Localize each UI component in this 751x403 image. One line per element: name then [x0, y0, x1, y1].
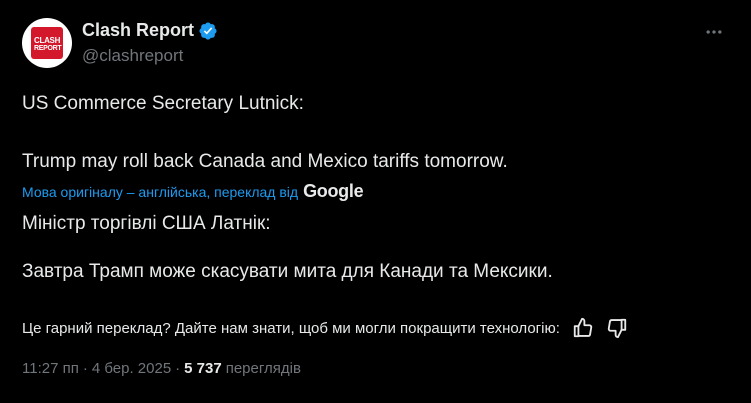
views-label: переглядів [225, 360, 301, 377]
post-original-line-1: US Commerce Secretary Lutnick: [22, 93, 304, 114]
translation-note: Мова оригіналу – англійська, переклад ві… [22, 181, 364, 202]
avatar-logo-text-1: CLASH [34, 36, 61, 45]
post-translated-line-1: Міністр торгівлі США Латнік: [22, 213, 271, 234]
google-logo: Google [303, 181, 364, 201]
views-count[interactable]: 5 737 [184, 360, 222, 377]
more-horizontal-icon[interactable] [699, 20, 729, 44]
meta-separator: · [175, 360, 181, 377]
avatar-logo-text-2: REPORT [34, 45, 62, 52]
post-original-line-2: Trump may roll back Canada and Mexico ta… [22, 151, 508, 172]
translation-feedback-question: Це гарний переклад? Дайте нам знати, щоб… [22, 319, 560, 337]
avatar-logo: CLASH REPORT [31, 27, 63, 59]
author-name-row: Clash Report [82, 20, 218, 41]
avatar[interactable]: CLASH REPORT [22, 18, 72, 68]
post-header: CLASH REPORT Clash Report @clashreport [22, 18, 729, 70]
verified-badge-icon[interactable] [198, 21, 218, 41]
post-time[interactable]: 11:27 пп [22, 360, 79, 377]
post-meta: 11:27 пп · 4 бер. 2025 · 5 737 перегляді… [22, 360, 301, 377]
meta-separator: · [82, 360, 88, 377]
author-display-name[interactable]: Clash Report [82, 20, 194, 41]
author-handle[interactable]: @clashreport [82, 46, 183, 66]
thumbs-up-icon[interactable] [572, 317, 594, 339]
post-translated-line-2: Завтра Трамп може скасувати мита для Кан… [22, 261, 553, 282]
translation-source-link[interactable]: Мова оригіналу – англійська, переклад ві… [22, 184, 298, 200]
translation-feedback: Це гарний переклад? Дайте нам знати, щоб… [22, 316, 729, 340]
thumbs-down-icon[interactable] [606, 317, 628, 339]
post-date[interactable]: 4 бер. 2025 [92, 360, 171, 377]
